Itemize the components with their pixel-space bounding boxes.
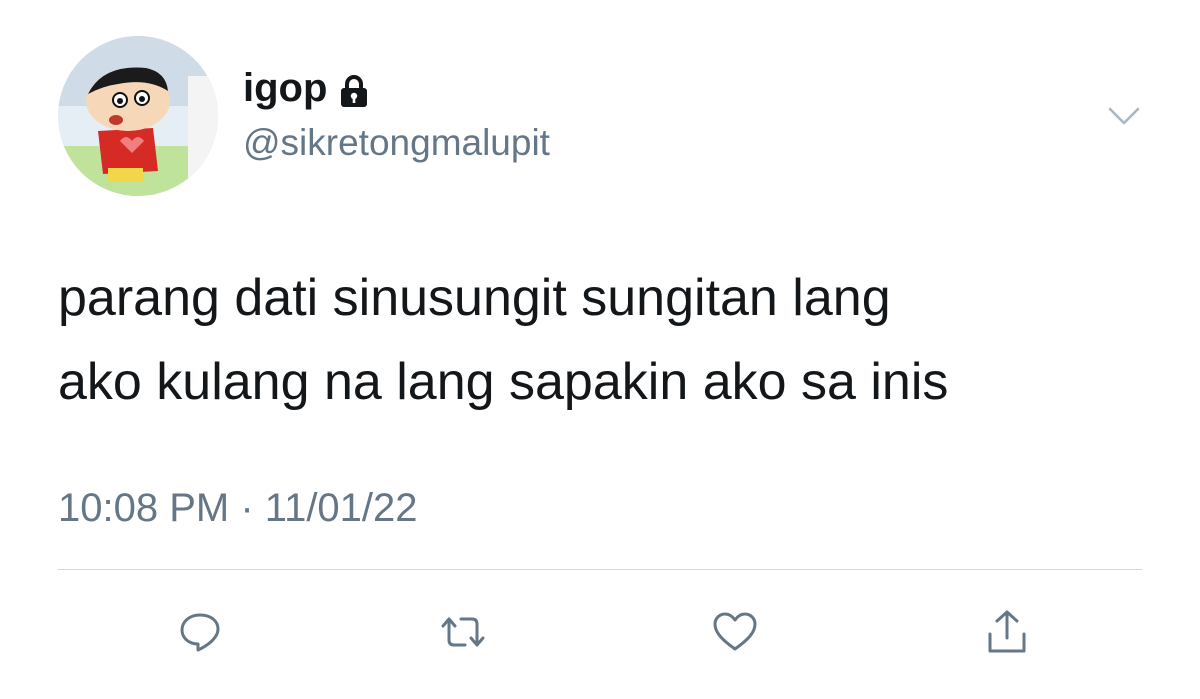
reply-icon bbox=[180, 613, 220, 652]
retweet-button[interactable] bbox=[435, 604, 491, 660]
user-handle[interactable]: @sikretongmalupit bbox=[243, 120, 550, 166]
retweet-icon bbox=[441, 617, 485, 647]
tweet-card: igop @sikretongmalupit parang dati sinus… bbox=[0, 0, 1200, 699]
tweet-date: 11/01/22 bbox=[264, 486, 418, 530]
cartoon-avatar-image bbox=[58, 36, 218, 196]
tweet-timestamp[interactable]: 10:08 PM · 11/01/22 bbox=[58, 484, 418, 532]
avatar[interactable] bbox=[58, 36, 218, 196]
timestamp-separator: · bbox=[240, 486, 254, 530]
reply-button[interactable] bbox=[172, 604, 228, 660]
divider bbox=[58, 569, 1142, 570]
display-name[interactable]: igop bbox=[243, 64, 369, 112]
tweet-time: 10:08 PM bbox=[58, 486, 230, 530]
display-name-text: igop bbox=[243, 66, 328, 110]
share-icon bbox=[988, 610, 1026, 653]
action-bar bbox=[0, 604, 1200, 660]
chevron-down-icon[interactable] bbox=[1104, 96, 1144, 136]
like-button[interactable] bbox=[707, 604, 763, 660]
share-button[interactable] bbox=[979, 604, 1035, 660]
heart-icon bbox=[713, 612, 757, 651]
lock-icon bbox=[339, 71, 369, 107]
tweet-text: parang dati sinusungit sungitan lang ako… bbox=[58, 269, 949, 411]
